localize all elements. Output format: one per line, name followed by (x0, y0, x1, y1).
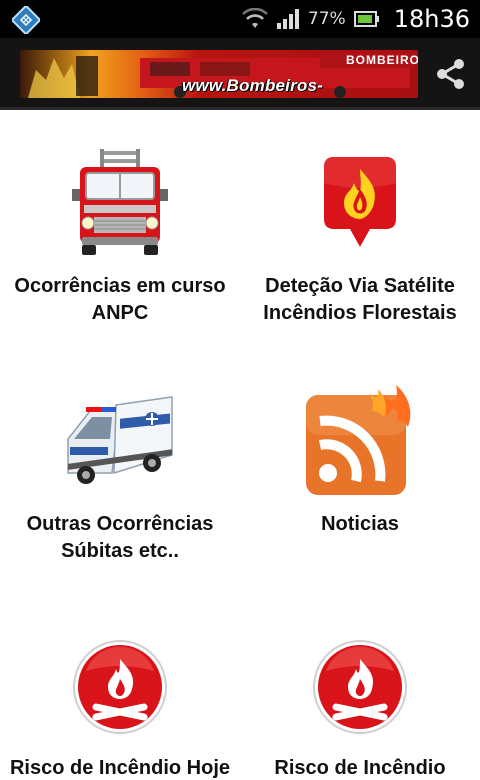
tile-risco-hoje[interactable]: Risco de Incêndio Hoje (0, 625, 240, 780)
share-icon (437, 59, 464, 89)
tile-label: Outras Ocorrências Súbitas etc.. (26, 513, 214, 562)
ambulance-icon (67, 396, 173, 484)
tile-ocorrencias-anpc[interactable]: Ocorrências em curso ANPC (0, 143, 240, 327)
tile-detecao-satelite[interactable]: Deteção Via Satélite Incêndios Florestai… (240, 143, 480, 327)
tile-label: Risco de Incêndio Amanhã (274, 757, 446, 779)
app-icon (12, 6, 40, 34)
tile-label: Noticias (321, 513, 399, 535)
signal-icon (276, 9, 299, 29)
tile-label: Deteção Via Satélite Incêndios Florestai… (263, 275, 457, 324)
tile-label: Risco de Incêndio Hoje (9, 757, 231, 779)
battery-percent: 77% (307, 9, 346, 29)
tile-label: Ocorrências em curso ANPC (14, 275, 226, 324)
fire-truck-icon (72, 149, 168, 255)
banner-brand: BOMBEIROS (346, 53, 418, 67)
banner[interactable]: BOMBEIROS www.Bombeiros-Portugal.net (20, 50, 418, 98)
status-bar: 77% 18h36 (0, 0, 480, 38)
share-button[interactable] (428, 52, 472, 96)
banner-url: www.Bombeiros-Portugal.net (182, 76, 324, 98)
tile-noticias[interactable]: Noticias (240, 381, 480, 538)
tile-outras-ocorrencias[interactable]: Outras Ocorrências Súbitas etc.. (0, 381, 240, 565)
campfire-icon (313, 640, 407, 734)
battery-icon (353, 11, 379, 27)
action-bar: BOMBEIROS www.Bombeiros-Portugal.net (0, 38, 480, 110)
campfire-icon (73, 640, 167, 734)
fire-map-pin-icon (324, 157, 396, 247)
main-grid: Ocorrências em curso ANPC Deteção Via Sa… (0, 113, 480, 780)
rss-fire-icon (306, 385, 411, 495)
tile-risco-amanha[interactable]: Risco de Incêndio Amanhã (240, 625, 480, 780)
wifi-icon (241, 8, 268, 28)
clock: 18h36 (393, 5, 470, 33)
